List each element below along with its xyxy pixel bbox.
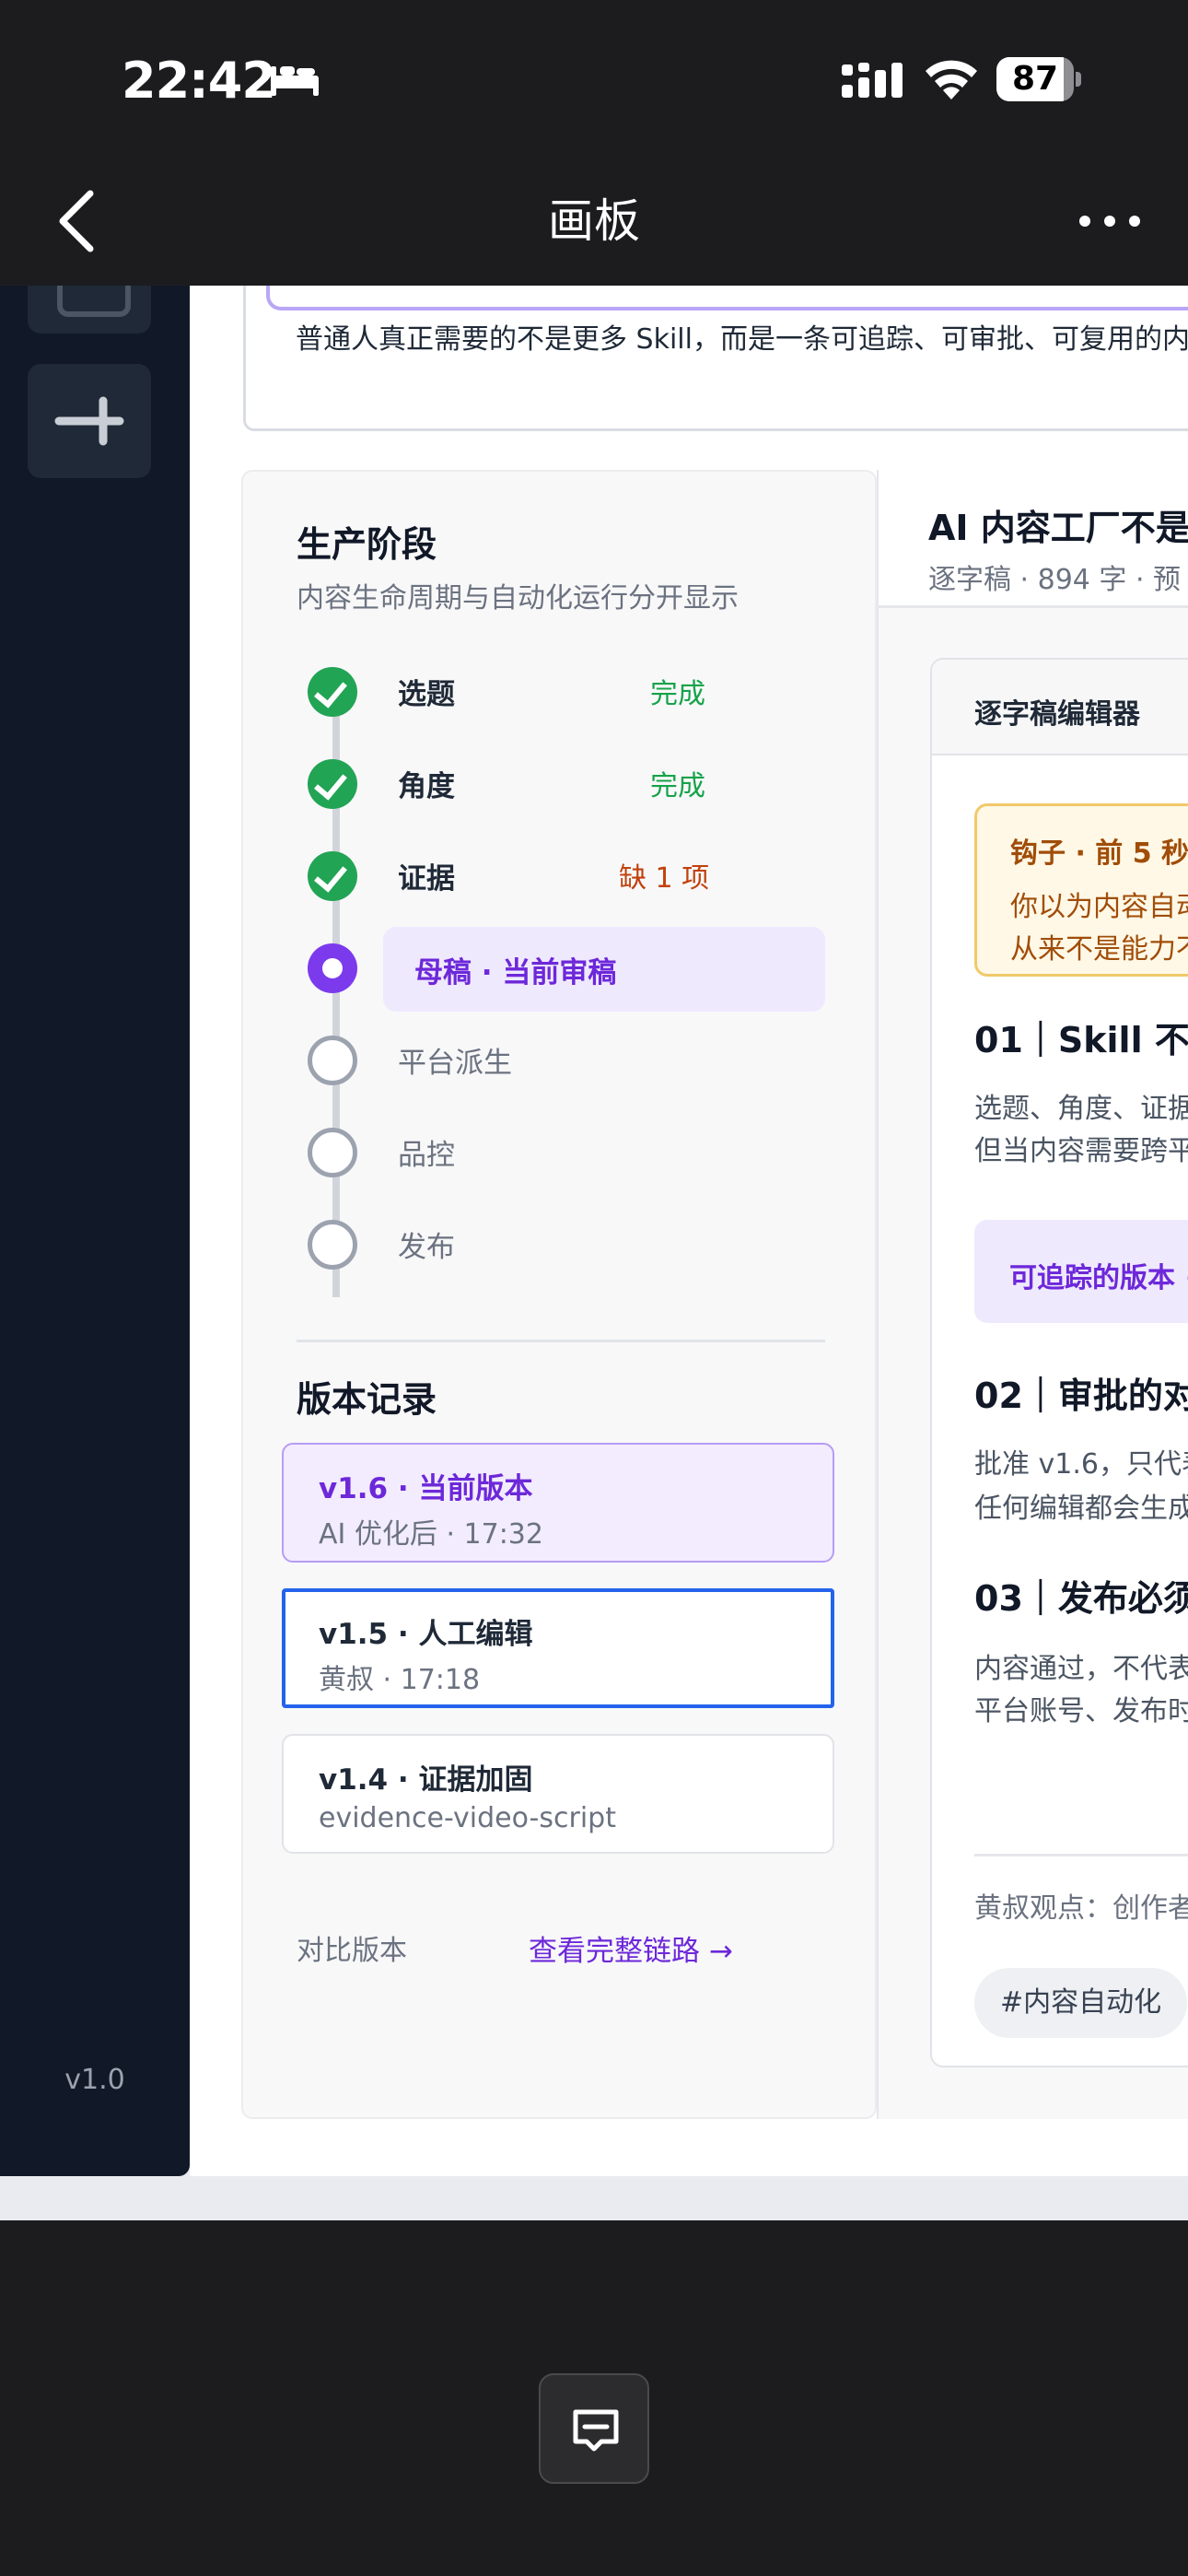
section-title: 02｜审批的对象 bbox=[974, 1376, 1188, 1416]
more-button[interactable] bbox=[1068, 193, 1151, 249]
expand-sidebar-button[interactable] bbox=[28, 364, 151, 478]
empty-circle-icon bbox=[308, 1036, 357, 1085]
version-title: v1.4 · 证据加固 bbox=[319, 1763, 533, 1797]
section-title: 03｜发布必须 bbox=[974, 1578, 1188, 1619]
view-full-chain-link[interactable]: 查看完整链路 → bbox=[529, 1927, 733, 1969]
stage-label: 角度 bbox=[398, 770, 455, 803]
editor-header: 逐字稿编辑器 bbox=[932, 660, 1188, 755]
sidebar: v1.0 bbox=[0, 286, 190, 2176]
check-circle-icon bbox=[308, 667, 357, 717]
section-text: 但当内容需要跨平 bbox=[974, 1135, 1188, 1167]
stage-panel: 生产阶段 内容生命周期与自动化运行分开显示 选题 完成 角度 完成 证据 缺 1… bbox=[241, 470, 877, 2119]
sidebar-version: v1.0 bbox=[64, 2064, 125, 2096]
divider bbox=[297, 1340, 825, 1342]
empty-circle-icon bbox=[308, 1220, 357, 1270]
stage-label: 选题 bbox=[398, 678, 455, 711]
document-panel: AI 内容工厂不是更 逐字稿 · 894 字 · 预 逐字稿编辑器 钩子 · 前… bbox=[877, 470, 1188, 2119]
version-card[interactable]: v1.4 · 证据加固 evidence-video-script bbox=[282, 1734, 834, 1854]
stage-item-publish[interactable]: 发布 bbox=[308, 1203, 842, 1286]
document-header: AI 内容工厂不是更 逐字稿 · 894 字 · 预 bbox=[879, 470, 1188, 608]
current-dot-icon bbox=[308, 943, 357, 993]
check-circle-icon bbox=[308, 851, 357, 901]
quote-accent bbox=[266, 286, 1188, 310]
canvas-area: 普通人真正需要的不是更多 Skill，而是一条可追踪、可审批、可复用的内 生产阶… bbox=[190, 286, 1188, 2176]
compare-versions-link[interactable]: 对比版本 bbox=[297, 1927, 407, 1968]
window-icon[interactable] bbox=[28, 286, 151, 334]
back-button[interactable] bbox=[48, 184, 112, 258]
stage-status: 完成 bbox=[650, 770, 705, 802]
version-subtitle: 黄叔 · 17:18 bbox=[319, 1664, 481, 1696]
check-circle-icon bbox=[308, 759, 357, 809]
signal-icon bbox=[842, 63, 903, 98]
section-text: 平台账号、发布时 bbox=[974, 1695, 1188, 1727]
status-time: 22:42 bbox=[122, 52, 276, 110]
battery-level: 87 bbox=[1011, 60, 1059, 98]
stage-item-platform[interactable]: 平台派生 bbox=[308, 1019, 842, 1102]
document-title: AI 内容工厂不是更 bbox=[928, 508, 1188, 548]
version-subtitle: evidence-video-script bbox=[319, 1802, 616, 1834]
stage-label: 发布 bbox=[398, 1231, 455, 1264]
editor-title: 逐字稿编辑器 bbox=[974, 698, 1140, 731]
section-title: 01｜Skill 不是 bbox=[974, 1020, 1188, 1060]
stage-status: 缺 1 项 bbox=[619, 862, 710, 895]
wifi-icon bbox=[926, 60, 977, 100]
chevron-left-icon bbox=[59, 190, 94, 252]
stages-subtitle: 内容生命周期与自动化运行分开显示 bbox=[297, 582, 739, 615]
quote-card: 普通人真正需要的不是更多 Skill，而是一条可追踪、可审批、可复用的内 bbox=[243, 286, 1188, 431]
empty-circle-icon bbox=[308, 1128, 357, 1177]
version-card-current[interactable]: v1.6 · 当前版本 AI 优化后 · 17:32 bbox=[282, 1443, 834, 1563]
author-opinion: 黄叔观点：创作者 bbox=[974, 1892, 1188, 1925]
stage-label: 平台派生 bbox=[398, 1047, 512, 1080]
section-text: 任何编辑都会生成 bbox=[974, 1493, 1188, 1525]
stage-item-draft-current[interactable]: 母稿 · 当前审稿 bbox=[308, 927, 842, 1012]
version-title: v1.5 · 人工编辑 bbox=[319, 1618, 533, 1651]
nav-bar: 画板 bbox=[0, 157, 1188, 286]
section-text: 选题、角度、证据 bbox=[974, 1093, 1188, 1125]
section-text: 批准 v1.6，只代表 bbox=[974, 1448, 1188, 1481]
callout-box: 可追踪的版本 + bbox=[974, 1220, 1188, 1323]
battery-icon: 87 bbox=[996, 57, 1081, 101]
tag-chip[interactable]: #内容自动化 bbox=[974, 1968, 1188, 2038]
hook-title: 钩子 · 前 5 秒 bbox=[1010, 837, 1188, 870]
arrow-right-icon bbox=[54, 396, 124, 446]
stage-item-qc[interactable]: 品控 bbox=[308, 1111, 842, 1194]
comment-button[interactable] bbox=[539, 2373, 649, 2484]
stages-title: 生产阶段 bbox=[297, 524, 437, 565]
sleep-icon bbox=[271, 66, 319, 96]
stage-label: 证据 bbox=[398, 862, 455, 896]
web-content: v1.0 普通人真正需要的不是更多 Skill，而是一条可追踪、可审批、可复用的… bbox=[0, 286, 1188, 2220]
page-title: 画板 bbox=[548, 194, 640, 248]
status-bar: 22:42 87 bbox=[0, 0, 1188, 157]
version-title: v1.6 · 当前版本 bbox=[319, 1472, 533, 1505]
version-card-selected[interactable]: v1.5 · 人工编辑 黄叔 · 17:18 bbox=[282, 1588, 834, 1708]
bottom-toolbar bbox=[0, 2220, 1188, 2576]
stage-label: 母稿 · 当前审稿 bbox=[414, 956, 617, 989]
stage-item-evidence[interactable]: 证据 缺 1 项 bbox=[308, 835, 842, 918]
transcript-editor[interactable]: 逐字稿编辑器 钩子 · 前 5 秒 你以为内容自动 从来不是能力不 01｜Ski… bbox=[930, 658, 1188, 2067]
version-subtitle: AI 优化后 · 17:32 bbox=[319, 1518, 543, 1551]
stage-item-angle[interactable]: 角度 完成 bbox=[308, 743, 842, 825]
document-meta: 逐字稿 · 894 字 · 预 bbox=[928, 564, 1182, 596]
quote-text: 普通人真正需要的不是更多 Skill，而是一条可追踪、可审批、可复用的内 bbox=[296, 323, 1188, 356]
stage-item-topic[interactable]: 选题 完成 bbox=[308, 650, 842, 733]
hook-line: 从来不是能力不 bbox=[1010, 933, 1188, 966]
versions-title: 版本记录 bbox=[297, 1379, 437, 1420]
more-horizontal-icon bbox=[1079, 216, 1140, 227]
stage-status: 完成 bbox=[650, 678, 705, 710]
section-text: 内容通过，不代表 bbox=[974, 1653, 1188, 1685]
divider bbox=[974, 1854, 1188, 1856]
hook-line: 你以为内容自动 bbox=[1010, 891, 1188, 923]
hook-box: 钩子 · 前 5 秒 你以为内容自动 从来不是能力不 bbox=[974, 803, 1188, 977]
stage-label: 品控 bbox=[398, 1139, 455, 1172]
callout-text: 可追踪的版本 + bbox=[1009, 1262, 1188, 1294]
comment-icon bbox=[573, 2409, 619, 2452]
